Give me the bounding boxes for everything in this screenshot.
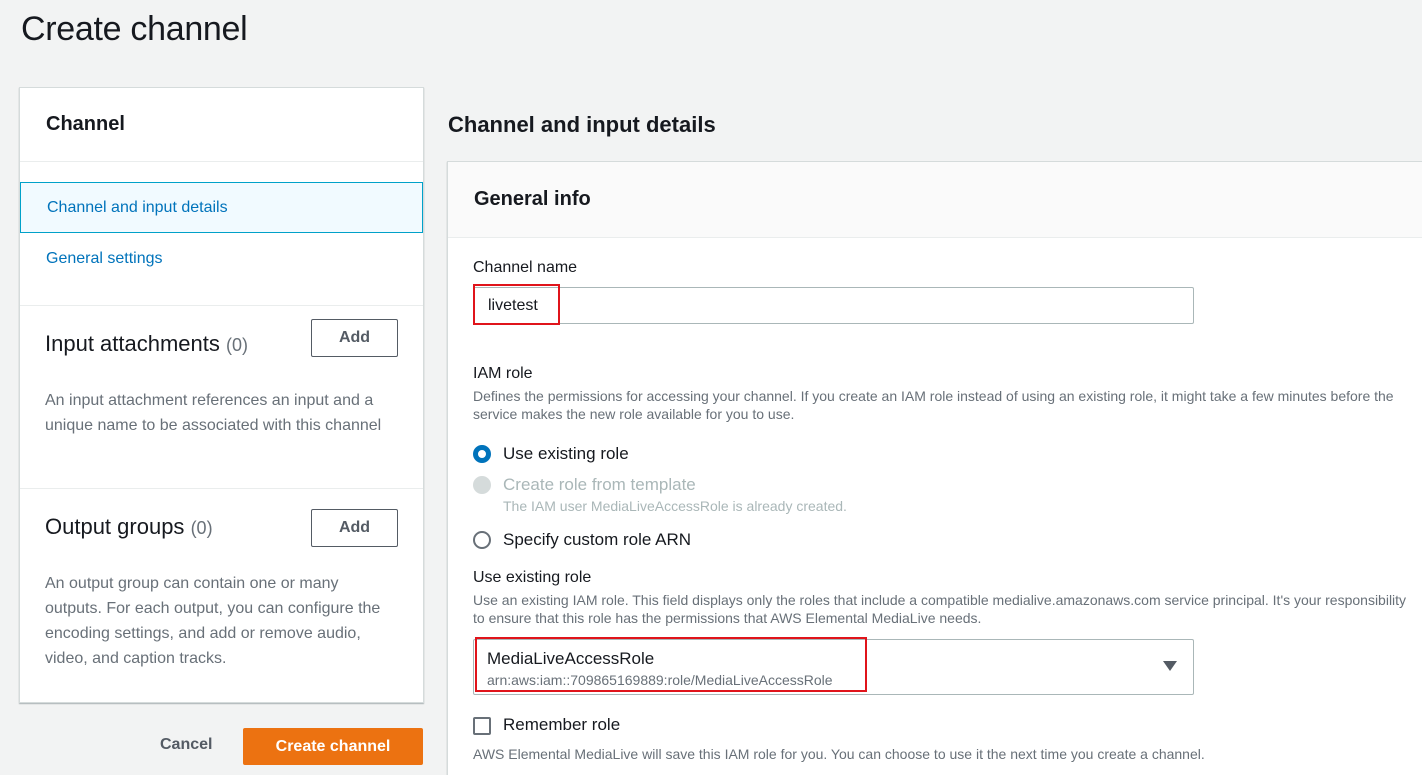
add-input-attachment-button[interactable]: Add [311, 319, 398, 357]
radio-specify-custom-role-arn[interactable] [473, 531, 491, 549]
remember-role-label[interactable]: Remember role [503, 715, 620, 735]
add-output-group-button[interactable]: Add [311, 509, 398, 547]
radio-create-role-from-template-label: Create role from template [503, 475, 696, 494]
remember-role-checkbox[interactable] [473, 717, 491, 735]
channel-nav-header: Channel [20, 88, 423, 162]
input-attachments-count: (0) [226, 335, 249, 355]
nav-item-general-settings[interactable]: General settings [20, 248, 163, 270]
channel-name-label: Channel name [473, 259, 578, 276]
existing-role-select[interactable]: MediaLiveAccessRole arn:aws:iam::7098651… [473, 639, 1194, 695]
remember-role-description: AWS Elemental MediaLive will save this I… [473, 746, 1205, 762]
radio-use-existing-role[interactable] [473, 445, 491, 463]
input-attachments-description: An input attachment references an input … [45, 392, 382, 434]
nav-item-channel-input-details[interactable]: Channel and input details [20, 182, 423, 233]
caret-down-icon [1163, 661, 1177, 671]
create-channel-button[interactable]: Create channel [243, 728, 423, 765]
output-groups-title: Output groups (0) [45, 514, 213, 540]
existing-role-description: Use an existing IAM role. This field dis… [473, 592, 1407, 626]
cancel-button[interactable]: Cancel [160, 736, 212, 754]
output-groups-count: (0) [190, 518, 213, 538]
output-groups-label: Output groups [45, 514, 185, 539]
channel-nav-panel: Channel Channel and input details Genera… [19, 87, 424, 703]
page-title: Create channel [21, 10, 248, 48]
selected-role-name: MediaLiveAccessRole [487, 649, 655, 668]
radio-create-role-from-template [473, 476, 491, 494]
general-info-header: General info [448, 162, 1422, 238]
general-info-title: General info [474, 188, 591, 210]
input-attachments-label: Input attachments [45, 331, 220, 356]
input-attachments-title: Input attachments (0) [45, 331, 248, 357]
divider [20, 488, 423, 489]
create-role-from-template-note: The IAM user MediaLiveAccessRole is alre… [503, 498, 847, 514]
iam-role-description: Defines the permissions for accessing yo… [473, 388, 1394, 422]
section-heading: Channel and input details [448, 112, 716, 137]
divider [20, 305, 423, 306]
radio-use-existing-role-label[interactable]: Use existing role [503, 444, 629, 464]
selected-role-arn: arn:aws:iam::709865169889:role/MediaLive… [487, 672, 833, 688]
output-groups-description: An output group can contain one or many … [45, 575, 381, 667]
existing-role-label: Use existing role [473, 569, 592, 586]
channel-name-input[interactable]: livetest [473, 287, 1194, 324]
radio-specify-custom-role-arn-label[interactable]: Specify custom role ARN [503, 530, 691, 550]
iam-role-label: IAM role [473, 365, 533, 382]
channel-nav-title: Channel [46, 113, 125, 135]
